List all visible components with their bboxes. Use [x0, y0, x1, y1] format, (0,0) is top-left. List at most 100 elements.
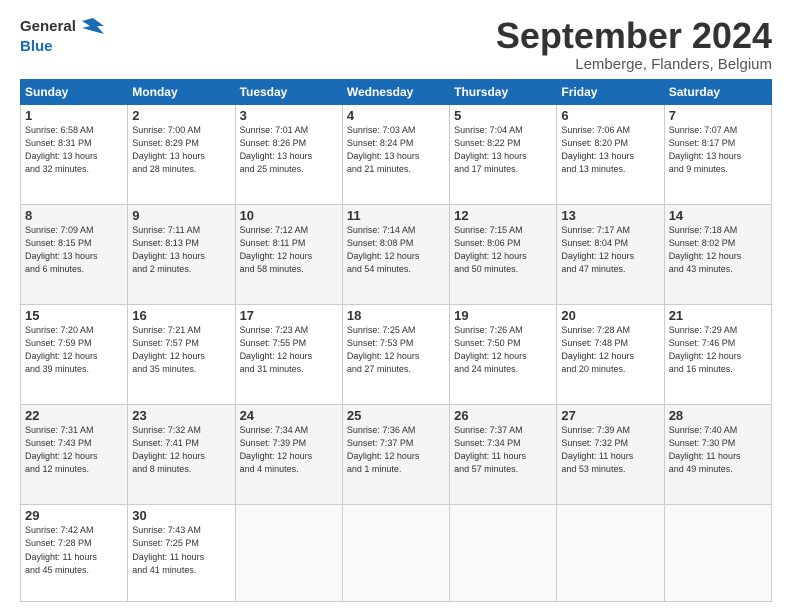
- day-number: 3: [240, 108, 338, 123]
- day-number: 7: [669, 108, 767, 123]
- calendar: SundayMondayTuesdayWednesdayThursdayFrid…: [20, 79, 772, 602]
- calendar-cell: 28Sunrise: 7:40 AM Sunset: 7:30 PM Dayli…: [664, 405, 771, 505]
- weekday-header: Monday: [128, 79, 235, 104]
- day-number: 20: [561, 308, 659, 323]
- calendar-cell: [664, 505, 771, 602]
- calendar-cell: 17Sunrise: 7:23 AM Sunset: 7:55 PM Dayli…: [235, 305, 342, 405]
- calendar-cell: 7Sunrise: 7:07 AM Sunset: 8:17 PM Daylig…: [664, 104, 771, 204]
- day-number: 1: [25, 108, 123, 123]
- day-number: 12: [454, 208, 552, 223]
- weekday-header: Sunday: [21, 79, 128, 104]
- calendar-cell: [450, 505, 557, 602]
- header: General Blue September 2024 Lemberge, Fl…: [20, 16, 772, 73]
- day-number: 22: [25, 408, 123, 423]
- day-number: 5: [454, 108, 552, 123]
- day-number: 9: [132, 208, 230, 223]
- calendar-cell: 29Sunrise: 7:42 AM Sunset: 7:28 PM Dayli…: [21, 505, 128, 602]
- day-info: Sunrise: 7:28 AM Sunset: 7:48 PM Dayligh…: [561, 324, 659, 376]
- logo-text-blue: Blue: [20, 38, 104, 55]
- calendar-cell: 11Sunrise: 7:14 AM Sunset: 8:08 PM Dayli…: [342, 204, 449, 304]
- day-info: Sunrise: 7:26 AM Sunset: 7:50 PM Dayligh…: [454, 324, 552, 376]
- day-info: Sunrise: 7:43 AM Sunset: 7:25 PM Dayligh…: [132, 524, 230, 576]
- day-info: Sunrise: 7:36 AM Sunset: 7:37 PM Dayligh…: [347, 424, 445, 476]
- calendar-cell: 10Sunrise: 7:12 AM Sunset: 8:11 PM Dayli…: [235, 204, 342, 304]
- day-number: 15: [25, 308, 123, 323]
- calendar-cell: 6Sunrise: 7:06 AM Sunset: 8:20 PM Daylig…: [557, 104, 664, 204]
- day-number: 8: [25, 208, 123, 223]
- day-number: 2: [132, 108, 230, 123]
- location: Lemberge, Flanders, Belgium: [496, 56, 772, 73]
- day-number: 16: [132, 308, 230, 323]
- day-number: 4: [347, 108, 445, 123]
- weekday-header: Thursday: [450, 79, 557, 104]
- day-number: 18: [347, 308, 445, 323]
- weekday-header: Wednesday: [342, 79, 449, 104]
- calendar-cell: 24Sunrise: 7:34 AM Sunset: 7:39 PM Dayli…: [235, 405, 342, 505]
- day-info: Sunrise: 7:12 AM Sunset: 8:11 PM Dayligh…: [240, 224, 338, 276]
- calendar-cell: 5Sunrise: 7:04 AM Sunset: 8:22 PM Daylig…: [450, 104, 557, 204]
- day-info: Sunrise: 7:06 AM Sunset: 8:20 PM Dayligh…: [561, 124, 659, 176]
- day-number: 6: [561, 108, 659, 123]
- day-info: Sunrise: 7:42 AM Sunset: 7:28 PM Dayligh…: [25, 524, 123, 576]
- calendar-cell: 15Sunrise: 7:20 AM Sunset: 7:59 PM Dayli…: [21, 305, 128, 405]
- calendar-cell: 18Sunrise: 7:25 AM Sunset: 7:53 PM Dayli…: [342, 305, 449, 405]
- calendar-cell: [342, 505, 449, 602]
- day-number: 13: [561, 208, 659, 223]
- logo-bird-icon: [82, 16, 104, 38]
- day-info: Sunrise: 7:31 AM Sunset: 7:43 PM Dayligh…: [25, 424, 123, 476]
- calendar-cell: [557, 505, 664, 602]
- day-info: Sunrise: 7:01 AM Sunset: 8:26 PM Dayligh…: [240, 124, 338, 176]
- calendar-cell: 8Sunrise: 7:09 AM Sunset: 8:15 PM Daylig…: [21, 204, 128, 304]
- day-info: Sunrise: 7:04 AM Sunset: 8:22 PM Dayligh…: [454, 124, 552, 176]
- calendar-cell: 13Sunrise: 7:17 AM Sunset: 8:04 PM Dayli…: [557, 204, 664, 304]
- calendar-cell: 20Sunrise: 7:28 AM Sunset: 7:48 PM Dayli…: [557, 305, 664, 405]
- calendar-cell: 1Sunrise: 6:58 AM Sunset: 8:31 PM Daylig…: [21, 104, 128, 204]
- day-number: 30: [132, 508, 230, 523]
- title-block: September 2024 Lemberge, Flanders, Belgi…: [496, 16, 772, 73]
- day-info: Sunrise: 7:07 AM Sunset: 8:17 PM Dayligh…: [669, 124, 767, 176]
- calendar-cell: 25Sunrise: 7:36 AM Sunset: 7:37 PM Dayli…: [342, 405, 449, 505]
- calendar-cell: [235, 505, 342, 602]
- day-number: 19: [454, 308, 552, 323]
- logo-text-general: General: [20, 16, 104, 38]
- day-number: 29: [25, 508, 123, 523]
- day-number: 10: [240, 208, 338, 223]
- day-info: Sunrise: 7:20 AM Sunset: 7:59 PM Dayligh…: [25, 324, 123, 376]
- day-number: 26: [454, 408, 552, 423]
- calendar-cell: 19Sunrise: 7:26 AM Sunset: 7:50 PM Dayli…: [450, 305, 557, 405]
- calendar-cell: 16Sunrise: 7:21 AM Sunset: 7:57 PM Dayli…: [128, 305, 235, 405]
- day-number: 27: [561, 408, 659, 423]
- calendar-cell: 12Sunrise: 7:15 AM Sunset: 8:06 PM Dayli…: [450, 204, 557, 304]
- day-info: Sunrise: 7:21 AM Sunset: 7:57 PM Dayligh…: [132, 324, 230, 376]
- day-number: 23: [132, 408, 230, 423]
- calendar-cell: 27Sunrise: 7:39 AM Sunset: 7:32 PM Dayli…: [557, 405, 664, 505]
- calendar-cell: 21Sunrise: 7:29 AM Sunset: 7:46 PM Dayli…: [664, 305, 771, 405]
- day-info: Sunrise: 7:29 AM Sunset: 7:46 PM Dayligh…: [669, 324, 767, 376]
- day-info: Sunrise: 7:39 AM Sunset: 7:32 PM Dayligh…: [561, 424, 659, 476]
- calendar-cell: 9Sunrise: 7:11 AM Sunset: 8:13 PM Daylig…: [128, 204, 235, 304]
- day-info: Sunrise: 7:15 AM Sunset: 8:06 PM Dayligh…: [454, 224, 552, 276]
- day-info: Sunrise: 6:58 AM Sunset: 8:31 PM Dayligh…: [25, 124, 123, 176]
- calendar-cell: 14Sunrise: 7:18 AM Sunset: 8:02 PM Dayli…: [664, 204, 771, 304]
- day-info: Sunrise: 7:34 AM Sunset: 7:39 PM Dayligh…: [240, 424, 338, 476]
- day-info: Sunrise: 7:11 AM Sunset: 8:13 PM Dayligh…: [132, 224, 230, 276]
- day-number: 28: [669, 408, 767, 423]
- calendar-cell: 2Sunrise: 7:00 AM Sunset: 8:29 PM Daylig…: [128, 104, 235, 204]
- day-info: Sunrise: 7:03 AM Sunset: 8:24 PM Dayligh…: [347, 124, 445, 176]
- day-info: Sunrise: 7:09 AM Sunset: 8:15 PM Dayligh…: [25, 224, 123, 276]
- day-info: Sunrise: 7:00 AM Sunset: 8:29 PM Dayligh…: [132, 124, 230, 176]
- day-number: 14: [669, 208, 767, 223]
- day-number: 11: [347, 208, 445, 223]
- day-number: 24: [240, 408, 338, 423]
- calendar-cell: 30Sunrise: 7:43 AM Sunset: 7:25 PM Dayli…: [128, 505, 235, 602]
- day-number: 21: [669, 308, 767, 323]
- calendar-cell: 22Sunrise: 7:31 AM Sunset: 7:43 PM Dayli…: [21, 405, 128, 505]
- page: General Blue September 2024 Lemberge, Fl…: [0, 0, 792, 612]
- calendar-header-row: SundayMondayTuesdayWednesdayThursdayFrid…: [21, 79, 772, 104]
- logo: General Blue: [20, 16, 104, 55]
- weekday-header: Tuesday: [235, 79, 342, 104]
- day-info: Sunrise: 7:23 AM Sunset: 7:55 PM Dayligh…: [240, 324, 338, 376]
- weekday-header: Friday: [557, 79, 664, 104]
- day-number: 17: [240, 308, 338, 323]
- day-info: Sunrise: 7:25 AM Sunset: 7:53 PM Dayligh…: [347, 324, 445, 376]
